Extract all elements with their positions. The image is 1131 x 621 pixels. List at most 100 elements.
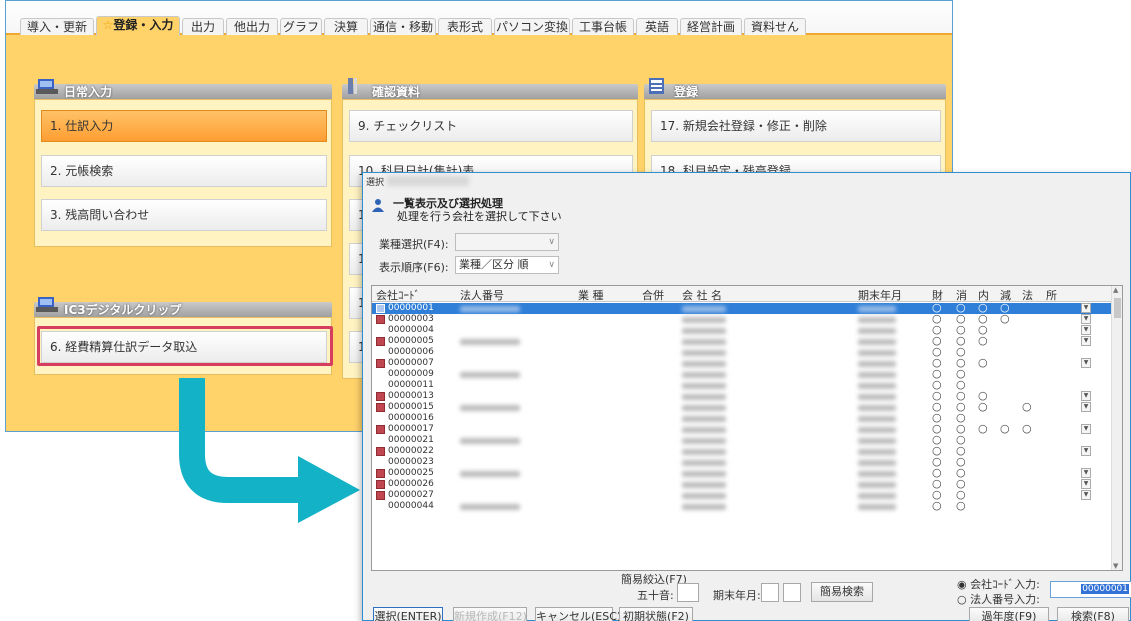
cancel-button[interactable]: キャンセル(ESC) xyxy=(535,607,621,621)
chevron-down-icon[interactable]: ▼ xyxy=(1113,562,1118,570)
blurred-cell xyxy=(682,493,726,499)
col-industry: 業 種 xyxy=(578,289,604,302)
blurred-cell xyxy=(682,449,726,455)
blurred-cell xyxy=(682,416,726,422)
row-dropdown-icon[interactable]: ▼ xyxy=(1081,325,1091,335)
tab-1[interactable]: ☆登録・入力 xyxy=(96,16,180,36)
table-row[interactable]: 00000005 ○ ○ ○ ▼ xyxy=(372,335,1112,347)
order-select[interactable]: 業種／区分 順 ∨ xyxy=(455,256,559,274)
period-year-input[interactable] xyxy=(761,583,779,602)
row-dropdown-icon[interactable]: ▼ xyxy=(1081,468,1091,478)
table-row[interactable]: 00000004 ○ ○ ○ ▼ xyxy=(372,324,1112,336)
tab-8[interactable]: パソコン変換 xyxy=(494,18,570,35)
row-dropdown-icon[interactable]: ▼ xyxy=(1081,314,1091,324)
status-mark: ○ xyxy=(1000,312,1010,325)
period-month-input[interactable] xyxy=(783,583,801,602)
col-fiscal-end: 期末年月 xyxy=(858,289,902,302)
tab-6[interactable]: 通信・移動 xyxy=(370,18,436,35)
row-dropdown-icon[interactable]: ▼ xyxy=(1081,479,1091,489)
search-button[interactable]: 検索(F8) xyxy=(1057,607,1129,621)
row-dropdown-icon[interactable]: ▼ xyxy=(1081,336,1091,346)
row-dropdown-icon[interactable]: ▼ xyxy=(1081,303,1091,313)
cell-company-code: 00000022 xyxy=(388,446,434,456)
prev-year-button[interactable]: 過年度(F9) xyxy=(969,607,1049,621)
tab-4[interactable]: グラフ xyxy=(280,18,322,35)
menu-item-checklist[interactable]: 9. チェックリスト xyxy=(349,110,633,142)
col-sho2: 所 xyxy=(1046,289,1057,302)
row-dropdown-icon[interactable]: ▼ xyxy=(1081,490,1091,500)
tab-2[interactable]: 出力 xyxy=(182,18,224,35)
table-row[interactable]: 00000007 ○ ○ ○ ▼ xyxy=(372,356,1112,369)
person-icon xyxy=(372,199,384,212)
blurred-cell xyxy=(682,427,726,433)
blurred-cell xyxy=(682,339,726,345)
scroll-thumb[interactable] xyxy=(1114,298,1121,318)
table-row[interactable]: 00000013 ○ ○ ○ ▼ xyxy=(372,390,1112,402)
tab-11[interactable]: 経営計画 xyxy=(680,18,742,35)
blurred-cell xyxy=(682,350,726,356)
binder-icon xyxy=(348,78,357,94)
blurred-cell xyxy=(858,482,896,488)
industry-select[interactable]: ∨ xyxy=(455,233,559,251)
blurred-cell xyxy=(858,416,896,422)
blurred-cell xyxy=(460,405,520,411)
table-row[interactable]: 00000023 ○ ○ xyxy=(372,456,1112,468)
table-row[interactable]: 00000011 ○ ○ xyxy=(372,379,1112,391)
chevron-down-icon: ∨ xyxy=(548,260,555,270)
menu-item-balance-inquiry[interactable]: 3. 残高問い合わせ xyxy=(41,199,327,231)
table-row[interactable]: 00000027 ○ ○ ▼ xyxy=(372,489,1112,501)
company-code-input[interactable]: 00000001 xyxy=(1050,581,1131,598)
table-row[interactable]: 00000044 ○ ○ xyxy=(372,500,1112,512)
radio-corp-number[interactable]: ○ 法人番号入力: xyxy=(957,591,1040,607)
blurred-cell xyxy=(858,328,896,334)
row-dropdown-icon[interactable]: ▼ xyxy=(1081,424,1091,434)
vertical-scrollbar[interactable]: ▲ ▼ xyxy=(1111,286,1122,570)
menu-item-company-registration[interactable]: 17. 新規会社登録・修正・削除 xyxy=(651,110,941,142)
kana-input[interactable] xyxy=(677,583,699,602)
row-dropdown-icon[interactable]: ▼ xyxy=(1081,358,1091,368)
company-data-icon xyxy=(376,337,385,346)
cell-company-code: 00000007 xyxy=(388,358,434,368)
table-row[interactable]: 00000009 ○ ○ xyxy=(372,368,1112,380)
company-data-icon xyxy=(376,304,385,313)
table-row[interactable]: 00000017 ○ ○ ○ ○ ○ ▼ xyxy=(372,423,1112,435)
menu-item-journal-entry[interactable]: 1. 仕訳入力 xyxy=(41,110,327,142)
kana-label: 五十音: xyxy=(637,589,674,602)
tab-0[interactable]: 導入・更新 xyxy=(20,18,94,35)
row-dropdown-icon[interactable]: ▼ xyxy=(1081,402,1091,412)
col-company-name: 会 社 名 xyxy=(682,289,722,302)
blurred-cell xyxy=(460,339,520,345)
tab-7[interactable]: 表形式 xyxy=(438,18,492,35)
cell-company-code: 00000006 xyxy=(388,347,434,357)
cell-company-code: 00000021 xyxy=(388,435,434,445)
select-button[interactable]: 選択(ENTER) xyxy=(373,607,443,621)
table-row[interactable]: 00000006 ○ ○ xyxy=(372,346,1112,358)
status-mark: ○ xyxy=(978,356,988,369)
row-dropdown-icon[interactable]: ▼ xyxy=(1081,446,1091,456)
radio-company-code[interactable]: ◉ 会社ｺｰﾄﾞ入力: xyxy=(957,576,1040,592)
cell-company-code: 00000023 xyxy=(388,457,434,467)
chevron-up-icon[interactable]: ▲ xyxy=(1113,286,1118,294)
company-data-icon xyxy=(376,447,385,456)
table-row[interactable]: 00000022 ○ ○ ▼ xyxy=(372,445,1112,457)
row-dropdown-icon[interactable]: ▼ xyxy=(1081,391,1091,401)
simple-search-button[interactable]: 簡易検索 xyxy=(811,582,873,602)
tab-3[interactable]: 他出力 xyxy=(226,18,278,35)
tab-10[interactable]: 英語 xyxy=(636,18,678,35)
tab-9[interactable]: 工事台帳 xyxy=(572,18,634,35)
table-row[interactable]: 00000025 ○ ○ ▼ xyxy=(372,467,1112,479)
table-row[interactable]: 00000015 ○ ○ ○ ○ ▼ xyxy=(372,401,1112,413)
tab-12[interactable]: 資料せん xyxy=(744,18,806,35)
blurred-cell xyxy=(682,471,726,477)
table-row[interactable]: 00000021 ○ ○ xyxy=(372,434,1112,446)
table-row[interactable]: 00000026 ○ ○ ▼ xyxy=(372,478,1112,490)
new-button[interactable]: 新規作成(F12) xyxy=(453,607,527,621)
menu-item-ledger-search[interactable]: 2. 元帳検索 xyxy=(41,155,327,187)
cell-company-code: 00000011 xyxy=(388,380,434,390)
company-data-icon xyxy=(376,359,385,368)
initial-state-button[interactable]: 初期状態(F2) xyxy=(619,607,693,621)
blurred-cell xyxy=(682,306,726,312)
table-row[interactable]: 00000003 ○ ○ ○ ○ ▼ xyxy=(372,312,1112,325)
tab-5[interactable]: 決算 xyxy=(324,18,368,35)
company-data-icon xyxy=(376,491,385,500)
